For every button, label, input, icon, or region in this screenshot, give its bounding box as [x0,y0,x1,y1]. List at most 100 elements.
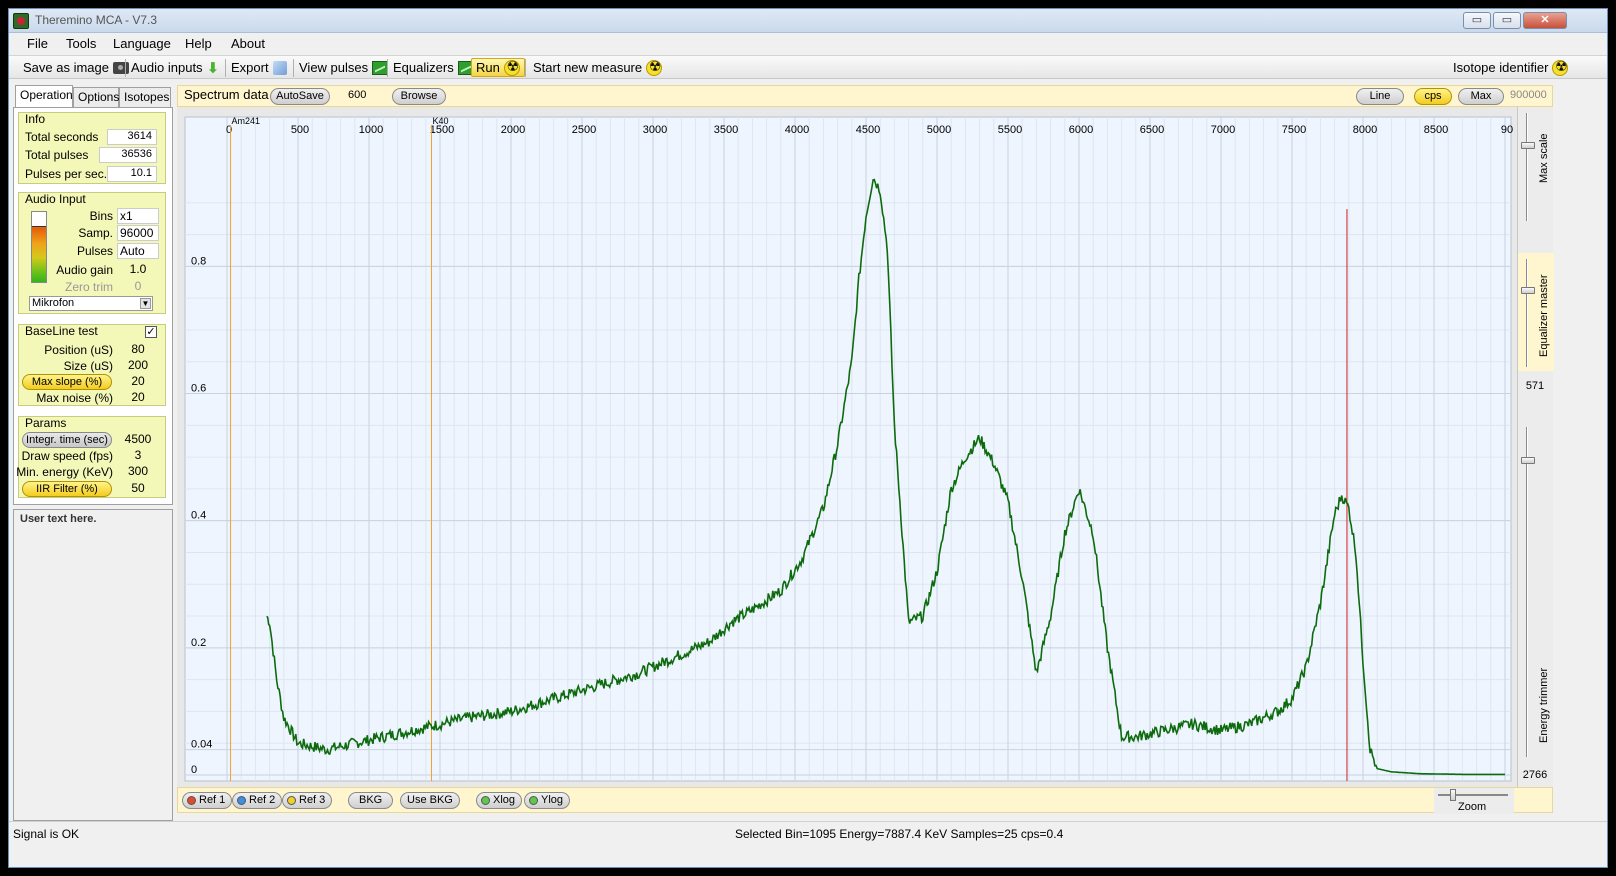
pulses-icon [372,60,389,75]
bkg-button[interactable]: BKG [348,792,394,809]
left-panel: Operation Options Isotopes Info Total se… [11,81,175,823]
total-seconds-label: Total seconds [25,130,99,144]
energy-trimmer-track [1526,427,1528,757]
menu-tools[interactable]: Tools [66,36,96,51]
energy-trimmer-thumb[interactable] [1521,457,1535,464]
menu-about[interactable]: About [231,36,265,51]
save-image-button[interactable]: Save as image [19,58,133,77]
restore-button[interactable]: ▭ [1493,12,1521,29]
total-pulses-value: 36536 [99,147,157,163]
ref3-label: Ref 3 [299,794,326,806]
baseline-title: BaseLine test [25,324,98,338]
tab-isotopes[interactable]: Isotopes [119,87,171,107]
baseline-checkbox[interactable]: ✓ [145,326,157,338]
minimize-button[interactable]: ▭ [1463,12,1491,29]
max-slope-field[interactable]: 20 [117,374,159,390]
toolbar-separator [225,59,226,77]
browse-button[interactable]: Browse [392,88,446,105]
integr-time-field[interactable]: 4500 [117,432,159,448]
x-tick-label: 500 [291,124,309,136]
x-tick-label: 6500 [1140,124,1164,136]
menu-file[interactable]: File [27,36,48,51]
tab-options[interactable]: Options [73,87,119,107]
total-pulses-label: Total pulses [25,148,89,162]
zero-trim-field[interactable]: 0 [117,279,159,295]
pulses-field[interactable]: Auto [117,243,159,259]
isotope-identifier-button[interactable]: Isotope identifier [1449,58,1572,77]
equalizer-master-thumb[interactable] [1521,287,1535,294]
iir-filter-field[interactable]: 50 [117,481,159,497]
window-title: Theremino MCA - V7.3 [35,13,158,27]
draw-speed-field[interactable]: 3 [117,448,159,464]
max-value[interactable]: 900000 [1510,89,1547,101]
integr-time-button[interactable]: Integr. time (sec) [22,432,112,448]
pulses-per-sec-row: Pulses per sec. 10.1 [19,166,165,182]
title-bar[interactable]: Theremino MCA - V7.3 ▭ ▭ ✕ [9,9,1607,33]
max-noise-field[interactable]: 20 [117,390,159,406]
audio-gain-field[interactable]: 1.0 [117,262,159,278]
export-button[interactable]: Export [227,58,291,77]
samp-label: Samp. [78,226,113,240]
user-text-area[interactable]: User text here. [13,509,173,821]
size-field[interactable]: 200 [117,358,159,374]
xlog-button[interactable]: Xlog [476,792,523,809]
spectrum-chart[interactable]: 0 500 1000 1500 2000 2500 3000 3500 4000 4500 5000… [177,107,1517,787]
isotope-identifier-label: Isotope identifier [1453,60,1549,75]
line-button[interactable]: Line [1356,88,1404,105]
audio-device-select[interactable]: Mikrofon ▼ [29,296,153,311]
start-new-measure-button[interactable]: Start new measure [529,58,666,77]
y-tick-label: 0.6 [191,383,206,395]
run-button[interactable]: Run [471,58,525,77]
position-field[interactable]: 80 [117,342,159,358]
autosave-button[interactable]: AutoSave [270,88,330,105]
operation-tab-body: Info Total seconds 3614 Total pulses 365… [13,107,173,505]
position-row: Position (uS) 80 [19,342,165,358]
ref2-button[interactable]: Ref 2 [232,792,283,809]
bins-field[interactable]: x1 [117,208,159,224]
max-noise-label: Max noise (%) [36,391,113,405]
tab-strip: Operation Options Isotopes [13,85,173,107]
close-button[interactable]: ✕ [1523,12,1567,29]
ref3-button[interactable]: Ref 3 [282,792,333,809]
params-group: Params Integr. time (sec) 4500 Draw spee… [16,416,166,498]
view-pulses-button[interactable]: View pulses [295,58,392,77]
ylog-button[interactable]: Ylog [524,792,571,809]
zoom-thumb[interactable] [1450,789,1456,801]
audio-inputs-button[interactable]: Audio inputs ⬇ [127,58,223,77]
x-tick-label: 3000 [643,124,667,136]
menu-bar: File Tools Language Help About [9,33,1607,55]
iir-filter-button[interactable]: IIR Filter (%) [22,481,112,497]
yellow-dot-icon [287,796,296,805]
max-scale-thumb[interactable] [1521,142,1535,149]
pulses-label: Pulses [76,244,113,258]
bins-row: Bins x1 [19,208,165,224]
cps-button[interactable]: cps [1414,88,1452,105]
spectrum-header: Spectrum data AutoSave 600 Browse Line c… [177,85,1553,107]
min-energy-field[interactable]: 300 [117,464,159,480]
menu-help[interactable]: Help [185,36,212,51]
samp-field[interactable]: 96000 [117,225,159,241]
use-bkg-button[interactable]: Use BKG [400,792,460,809]
max-slope-button[interactable]: Max slope (%) [22,374,112,390]
pulses-row: Pulses Auto [19,243,165,259]
equalizers-button[interactable]: Equalizers [389,58,478,77]
max-button[interactable]: Max [1458,88,1504,105]
menu-language[interactable]: Language [113,36,171,51]
autosave-value[interactable]: 600 [348,89,366,101]
y-tick-label: 0 [191,764,197,776]
ref1-button[interactable]: Ref 1 [182,792,233,809]
bkg-label: BKG [359,794,383,806]
x-tick-label: 7500 [1282,124,1306,136]
samp-row: Samp. 96000 [19,225,165,241]
max-noise-row: Max noise (%) 20 [19,390,165,406]
tab-operation[interactable]: Operation [15,85,73,107]
draw-speed-label: Draw speed (fps) [21,449,113,463]
x-tick-label: 5000 [927,124,951,136]
green-dot-icon [529,796,538,805]
toolbar: Save as image Audio inputs ⬇ Export View… [9,55,1607,79]
min-energy-label: Min. energy (KeV) [16,465,113,479]
use-bkg-label: Use BKG [407,794,453,806]
zero-trim-row: Zero trim 0 [19,279,165,295]
x-tick-label: 1000 [359,124,383,136]
x-tick-label: 7000 [1211,124,1235,136]
